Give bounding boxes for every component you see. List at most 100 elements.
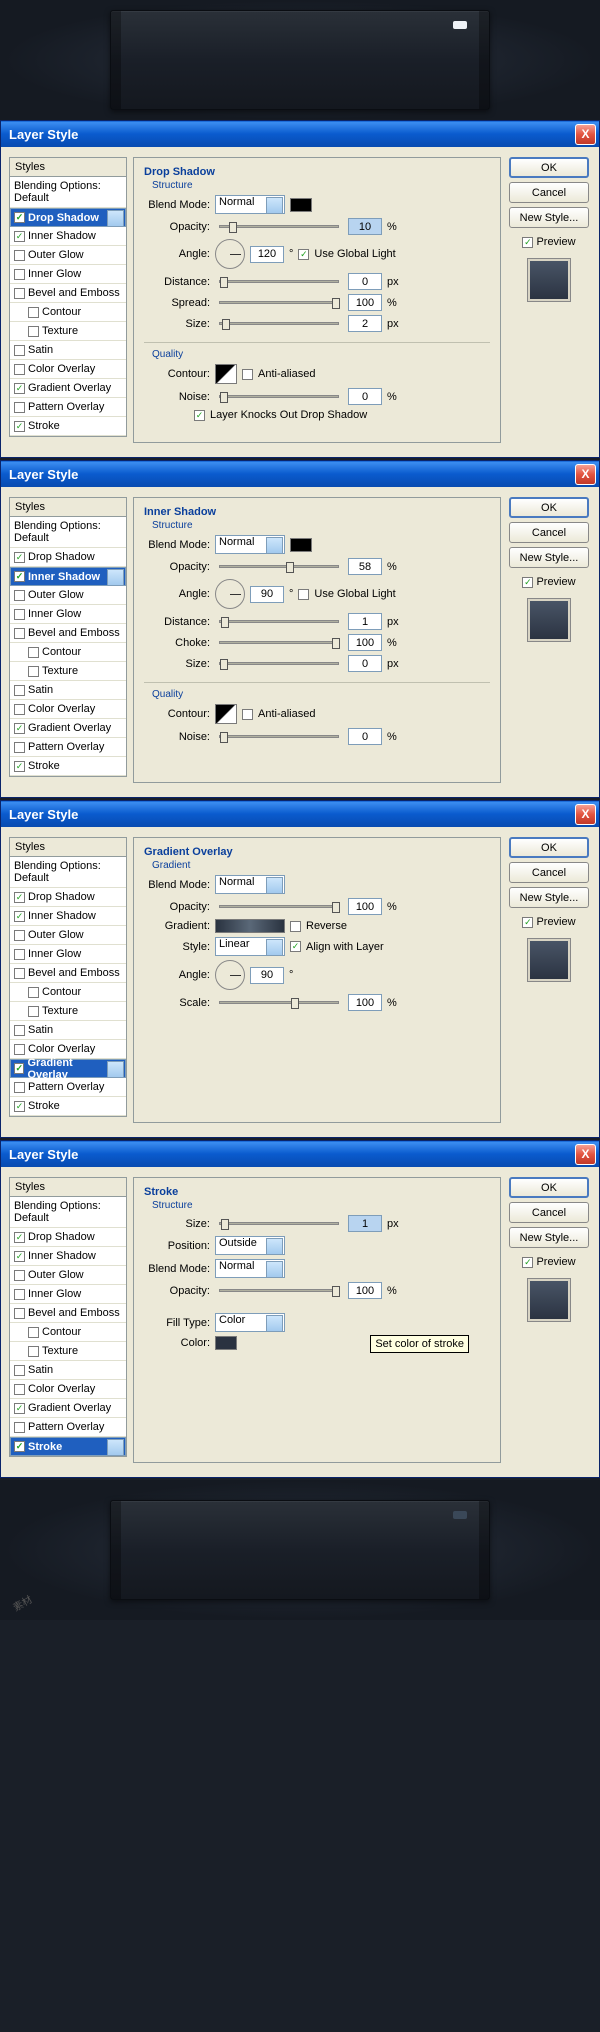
size-field[interactable] xyxy=(348,655,382,672)
checkbox-icon[interactable] xyxy=(28,666,39,677)
position-select[interactable]: Outside xyxy=(215,1236,285,1255)
style-item-pattern-overlay[interactable]: Pattern Overlay xyxy=(10,1078,126,1097)
gradient-picker[interactable] xyxy=(215,919,285,933)
styles-header[interactable]: Styles xyxy=(10,158,126,177)
new-style-button[interactable]: New Style... xyxy=(509,1227,589,1248)
close-icon[interactable]: X xyxy=(575,124,596,145)
checkbox-icon[interactable] xyxy=(14,911,25,922)
distance-slider[interactable] xyxy=(219,620,339,623)
angle-field[interactable] xyxy=(250,586,284,603)
size-field[interactable] xyxy=(348,315,382,332)
style-item-color-overlay[interactable]: Color Overlay xyxy=(10,700,126,719)
checkbox-icon[interactable] xyxy=(14,930,25,941)
style-item-pattern-overlay[interactable]: Pattern Overlay xyxy=(10,398,126,417)
global-light-checkbox[interactable] xyxy=(298,249,309,260)
gradient-style-select[interactable]: Linear xyxy=(215,937,285,956)
new-style-button[interactable]: New Style... xyxy=(509,887,589,908)
ok-button[interactable]: OK xyxy=(509,1177,589,1198)
checkbox-icon[interactable] xyxy=(14,1384,25,1395)
style-item-contour[interactable]: Contour xyxy=(10,303,126,322)
angle-field[interactable] xyxy=(250,967,284,984)
style-item-outer-glow[interactable]: Outer Glow xyxy=(10,586,126,605)
align-checkbox[interactable] xyxy=(290,941,301,952)
style-item-contour[interactable]: Contour xyxy=(10,643,126,662)
angle-dial[interactable] xyxy=(215,239,245,269)
style-item-stroke[interactable]: Stroke xyxy=(10,1097,126,1116)
checkbox-icon[interactable] xyxy=(14,892,25,903)
checkbox-icon[interactable] xyxy=(14,1308,25,1319)
global-light-checkbox[interactable] xyxy=(298,589,309,600)
blend-mode-select[interactable]: Normal xyxy=(215,195,285,214)
blending-options-item[interactable]: Blending Options: Default xyxy=(10,857,126,888)
checkbox-icon[interactable] xyxy=(14,761,25,772)
checkbox-icon[interactable] xyxy=(14,250,25,261)
distance-field[interactable] xyxy=(348,273,382,290)
opacity-field[interactable] xyxy=(348,898,382,915)
titlebar[interactable]: Layer StyleX xyxy=(1,801,599,827)
close-icon[interactable]: X xyxy=(575,1144,596,1165)
close-icon[interactable]: X xyxy=(575,464,596,485)
checkbox-icon[interactable] xyxy=(28,987,39,998)
style-item-stroke[interactable]: Stroke xyxy=(10,1437,126,1456)
checkbox-icon[interactable] xyxy=(28,307,39,318)
blend-mode-select[interactable]: Normal xyxy=(215,875,285,894)
opacity-slider[interactable] xyxy=(219,905,339,908)
style-item-bevel[interactable]: Bevel and Emboss xyxy=(10,1304,126,1323)
style-item-inner-shadow[interactable]: Inner Shadow xyxy=(10,567,126,586)
style-item-drop-shadow[interactable]: Drop Shadow xyxy=(10,1228,126,1247)
checkbox-icon[interactable] xyxy=(14,1441,25,1452)
checkbox-icon[interactable] xyxy=(14,552,25,563)
style-item-pattern-overlay[interactable]: Pattern Overlay xyxy=(10,738,126,757)
checkbox-icon[interactable] xyxy=(14,628,25,639)
style-item-bevel[interactable]: Bevel and Emboss xyxy=(10,624,126,643)
preview-checkbox[interactable] xyxy=(522,1257,533,1268)
style-item-outer-glow[interactable]: Outer Glow xyxy=(10,926,126,945)
checkbox-icon[interactable] xyxy=(14,364,25,375)
cancel-button[interactable]: Cancel xyxy=(509,1202,589,1223)
noise-field[interactable] xyxy=(348,728,382,745)
checkbox-icon[interactable] xyxy=(28,1327,39,1338)
distance-field[interactable] xyxy=(348,613,382,630)
close-icon[interactable]: X xyxy=(575,804,596,825)
checkbox-icon[interactable] xyxy=(14,742,25,753)
checkbox-icon[interactable] xyxy=(14,1251,25,1262)
knockout-checkbox[interactable] xyxy=(194,410,205,421)
checkbox-icon[interactable] xyxy=(14,1025,25,1036)
checkbox-icon[interactable] xyxy=(28,1006,39,1017)
new-style-button[interactable]: New Style... xyxy=(509,207,589,228)
checkbox-icon[interactable] xyxy=(14,383,25,394)
checkbox-icon[interactable] xyxy=(14,402,25,413)
scale-slider[interactable] xyxy=(219,1001,339,1004)
checkbox-icon[interactable] xyxy=(14,288,25,299)
preview-checkbox[interactable] xyxy=(522,577,533,588)
opacity-field[interactable] xyxy=(348,1282,382,1299)
checkbox-icon[interactable] xyxy=(14,212,25,223)
size-slider[interactable] xyxy=(219,322,339,325)
contour-picker[interactable] xyxy=(215,704,237,724)
styles-header[interactable]: Styles xyxy=(10,498,126,517)
cancel-button[interactable]: Cancel xyxy=(509,862,589,883)
size-slider[interactable] xyxy=(219,1222,339,1225)
style-item-satin[interactable]: Satin xyxy=(10,1021,126,1040)
style-item-color-overlay[interactable]: Color Overlay xyxy=(10,1380,126,1399)
blending-options-item[interactable]: Blending Options: Default xyxy=(10,177,126,208)
stroke-color-swatch[interactable] xyxy=(215,1336,237,1350)
style-item-bevel[interactable]: Bevel and Emboss xyxy=(10,964,126,983)
style-item-bevel[interactable]: Bevel and Emboss xyxy=(10,284,126,303)
style-item-texture[interactable]: Texture xyxy=(10,662,126,681)
checkbox-icon[interactable] xyxy=(14,1289,25,1300)
style-item-pattern-overlay[interactable]: Pattern Overlay xyxy=(10,1418,126,1437)
opacity-slider[interactable] xyxy=(219,1289,339,1292)
style-item-gradient-overlay[interactable]: Gradient Overlay xyxy=(10,719,126,738)
checkbox-icon[interactable] xyxy=(28,326,39,337)
cancel-button[interactable]: Cancel xyxy=(509,522,589,543)
choke-slider[interactable] xyxy=(219,641,339,644)
style-item-contour[interactable]: Contour xyxy=(10,983,126,1002)
checkbox-icon[interactable] xyxy=(28,1346,39,1357)
style-item-outer-glow[interactable]: Outer Glow xyxy=(10,246,126,265)
noise-slider[interactable] xyxy=(219,395,339,398)
opacity-field[interactable] xyxy=(348,218,382,235)
antialiased-checkbox[interactable] xyxy=(242,369,253,380)
blend-mode-select[interactable]: Normal xyxy=(215,1259,285,1278)
checkbox-icon[interactable] xyxy=(14,1082,25,1093)
